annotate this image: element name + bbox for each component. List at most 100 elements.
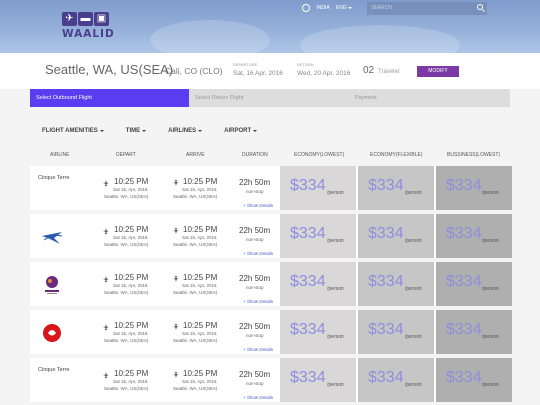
site-header: ✈ ▬ ▣ WAALID INDIA ENG SEARCH — [0, 0, 540, 53]
arrive-time: 10:25 PM — [183, 273, 218, 282]
fare-cell[interactable]: $334/person — [280, 262, 356, 306]
fare-cell[interactable]: $334/person — [358, 310, 434, 354]
filter-airport[interactable]: AIRPORT — [224, 128, 258, 134]
fare-cell[interactable]: $334/person — [358, 262, 434, 306]
depart-city: Seattle, WA, US(SEA) — [104, 290, 149, 295]
airline-logo — [40, 226, 78, 248]
step-payment[interactable]: Payment — [349, 89, 510, 107]
depart-time: 10:25 PM — [114, 273, 149, 282]
fare-per-person: /person — [405, 286, 422, 292]
show-details-link[interactable]: + Show Details — [243, 395, 273, 400]
arrive-city: Seattle, WA, US(SEA) — [173, 386, 218, 391]
fare-per-person: /person — [482, 190, 499, 196]
arrive-date: Sat 16, Apr, 2016 — [182, 379, 217, 384]
chevron-down-icon — [99, 130, 104, 132]
travelers-count: 02 — [363, 65, 375, 76]
show-details-link[interactable]: + Show Details — [243, 203, 273, 208]
flight-row[interactable]: 10:25 PM Sat 16, Apr, 2016 Seattle, WA, US… — [30, 310, 512, 354]
fare-per-person: /person — [327, 382, 344, 388]
fare-price: $334 — [290, 273, 326, 290]
fare-cell[interactable]: $334/person — [280, 358, 356, 402]
fare-cell[interactable]: $334/person — [358, 166, 434, 210]
fare-cell[interactable]: $334/person — [436, 262, 512, 306]
fare-price: $334 — [368, 225, 404, 242]
flight-row[interactable]: 10:25 PM Sat 16, Apr, 2016 Seattle, WA, US… — [30, 214, 512, 258]
arrive-date: Sat 16, Apr, 2016 — [182, 187, 217, 192]
col-economy-lowest[interactable]: ECONOMY(LOWEST) — [294, 152, 344, 158]
search-icon[interactable] — [477, 4, 483, 10]
departure-date: Sat, 16 Apr, 2016 — [233, 70, 283, 77]
arrive-time: 10:25 PM — [183, 321, 218, 330]
airline-logo: Cinque Terre — [38, 367, 70, 373]
depart-city: Seattle, WA, US(SEA) — [104, 242, 149, 247]
stops-label: non-stop — [246, 333, 264, 338]
fare-per-person: /person — [482, 334, 499, 340]
stops-label: non-stop — [246, 381, 264, 386]
step-return[interactable]: Select Return Flight — [189, 89, 349, 107]
fare-cell[interactable]: $334/person — [436, 310, 512, 354]
fare-per-person: /person — [482, 382, 499, 388]
depart-date: Sat 16, Apr, 2016 — [113, 331, 148, 336]
fare-cell[interactable]: $334/person — [436, 166, 512, 210]
return-label: RETURN — [297, 62, 314, 67]
fare-price: $334 — [368, 177, 404, 194]
col-duration: DURATION — [242, 152, 268, 158]
fare-price: $334 — [290, 177, 326, 194]
show-details-link[interactable]: + Show Details — [243, 299, 273, 304]
bed-logo-icon: ▬ — [78, 12, 93, 26]
depart-date: Sat 16, Apr, 2016 — [113, 379, 148, 384]
depart-city: Seattle, WA, US(SEA) — [104, 194, 149, 199]
col-economy-flexible[interactable]: ECONOMY(FLEXIBLE) — [370, 152, 423, 158]
plane-logo-icon: ✈ — [62, 12, 77, 26]
fare-price: $334 — [290, 225, 326, 242]
fare-cell[interactable]: $334/person — [436, 358, 512, 402]
filter-label: TIME — [125, 128, 141, 134]
search-placeholder: SEARCH — [371, 5, 392, 11]
fare-cell[interactable]: $334/person — [280, 214, 356, 258]
fare-price: $334 — [290, 321, 326, 338]
col-airline: AIRLINE — [50, 152, 70, 158]
fare-cell[interactable]: $334/person — [436, 214, 512, 258]
arrive-date: Sat 16, Apr, 2016 — [182, 283, 217, 288]
fare-per-person: /person — [327, 286, 344, 292]
takeoff-plane-icon — [103, 276, 109, 282]
col-business-lowest[interactable]: BUSSINESS(LOWEST) — [447, 152, 500, 158]
trip-summary: Seattle, WA, US(SEA) Cali, CO (CLO) DEPA… — [0, 53, 540, 89]
fare-cell[interactable]: $334/person — [280, 310, 356, 354]
show-details-link[interactable]: + Show Details — [243, 251, 273, 256]
fare-per-person: /person — [405, 382, 422, 388]
country-link[interactable]: INDIA — [316, 5, 329, 11]
fare-per-person: /person — [405, 238, 422, 244]
fare-cell[interactable]: $334/person — [358, 358, 434, 402]
depart-date: Sat 16, Apr, 2016 — [113, 283, 148, 288]
show-details-link[interactable]: + Show Details — [243, 347, 273, 352]
arrive-city: Seattle, WA, US(SEA) — [173, 338, 218, 343]
fare-cell[interactable]: $334/person — [280, 166, 356, 210]
flight-row[interactable]: Cinque Terre 10:25 PM Sat 16, Apr, 2016 Sea… — [30, 358, 512, 402]
filter-amenities[interactable]: FLIGHT AMENITIES — [42, 128, 104, 134]
landing-plane-icon — [173, 372, 179, 378]
filter-bar: FLIGHT AMENITIES TIME AIRLINES AIRPORT — [42, 128, 279, 134]
flight-row[interactable]: Cinque Terre 10:25 PM Sat 16, Apr, 2016 Sea… — [30, 166, 512, 210]
travelers-label: Traveler — [378, 69, 400, 75]
arrive-date: Sat 16, Apr, 2016 — [182, 331, 217, 336]
fare-per-person: /person — [405, 190, 422, 196]
waalid-logo[interactable]: ✈ ▬ ▣ WAALID — [62, 12, 114, 44]
language-select[interactable]: ENG — [336, 5, 352, 11]
fare-price: $334 — [446, 177, 482, 194]
modify-button[interactable]: MODIFY — [417, 66, 459, 77]
step-outbound[interactable]: Select Outbound Flight — [30, 89, 189, 107]
filter-time[interactable]: TIME — [125, 128, 147, 134]
globe-icon[interactable] — [302, 4, 311, 12]
filter-airlines[interactable]: AIRLINES — [168, 128, 203, 134]
flight-row[interactable]: 10:25 PM Sat 16, Apr, 2016 Seattle, WA, US… — [30, 262, 512, 306]
search-input[interactable]: SEARCH — [367, 2, 487, 15]
landing-plane-icon — [173, 180, 179, 186]
depart-date: Sat 16, Apr, 2016 — [113, 235, 148, 240]
flight-duration: 22h 50m — [239, 370, 271, 379]
fare-per-person: /person — [482, 286, 499, 292]
fare-cell[interactable]: $334/person — [358, 214, 434, 258]
arrive-date: Sat 16, Apr, 2016 — [182, 235, 217, 240]
takeoff-plane-icon — [103, 180, 109, 186]
fare-price: $334 — [290, 369, 326, 386]
